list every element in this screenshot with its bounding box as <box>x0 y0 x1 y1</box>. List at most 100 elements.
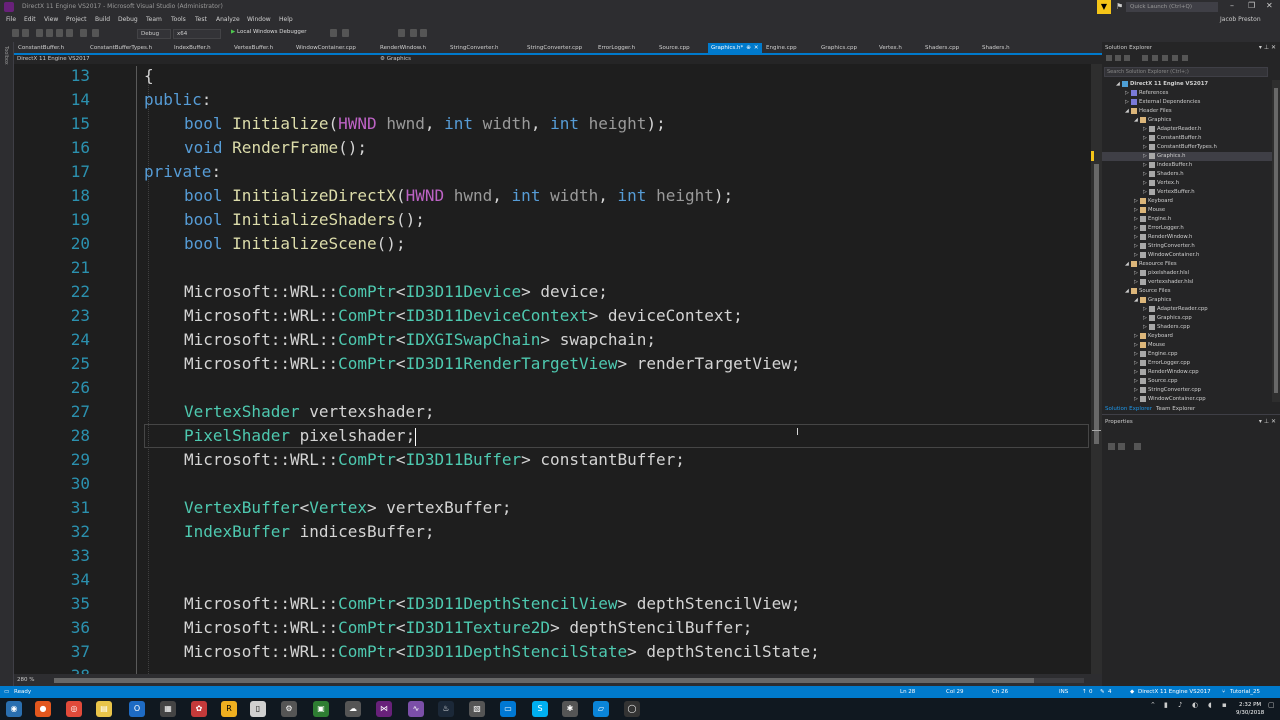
system-clock[interactable]: 2:32 PM 9/30/2018 <box>1236 701 1264 717</box>
tree-item[interactable]: ▷ Source.cpp <box>1102 377 1272 386</box>
app-r-icon[interactable]: R <box>221 701 237 717</box>
tab-stringconverter-cpp[interactable]: StringConverter.cpp <box>524 43 585 53</box>
tree-item[interactable]: ▷ Mouse <box>1102 206 1272 215</box>
save-all-icon[interactable] <box>66 29 73 37</box>
tree-item[interactable]: ▷ IndexBuffer.h <box>1102 161 1272 170</box>
code-line[interactable]: 34 <box>14 568 1091 592</box>
github-icon[interactable]: ◯ <box>624 701 640 717</box>
code-line[interactable]: 29 Microsoft::WRL::ComPtr<ID3D11Buffer> c… <box>14 448 1091 472</box>
minimize-icon[interactable]: – <box>1230 1 1234 10</box>
status-line[interactable]: Ln 28 <box>900 689 915 695</box>
code-line[interactable]: 24 Microsoft::WRL::ComPtr<IDXGISwapChain>… <box>14 328 1091 352</box>
menu-project[interactable]: Project <box>66 16 87 23</box>
tab-indexbuffer-h[interactable]: IndexBuffer.h <box>171 43 214 53</box>
type-scope-dropdown[interactable]: ⚙ Graphics <box>380 56 411 62</box>
app-icon[interactable]: ▱ <box>593 701 609 717</box>
solution-platform-select[interactable]: x64 <box>173 29 221 39</box>
tree-item[interactable]: ▷ Shaders.h <box>1102 170 1272 179</box>
tray-icon[interactable]: ⌃ <box>1150 701 1156 709</box>
solution-explorer-scrollbar[interactable] <box>1272 80 1280 402</box>
code-line[interactable]: 38 <box>14 664 1091 674</box>
pin-icon[interactable]: ⊥ <box>1264 44 1269 51</box>
project-scope-dropdown[interactable]: DirectX 11 Engine VS2017 <box>17 56 90 62</box>
tree-item[interactable]: ▷ ErrorLogger.cpp <box>1102 359 1272 368</box>
tree-item[interactable]: ▷ Shaders.cpp <box>1102 323 1272 332</box>
tab-vertex-h[interactable]: Vertex.h <box>876 43 905 53</box>
home-icon[interactable] <box>1124 55 1130 61</box>
code-line[interactable]: 14 public: <box>14 88 1091 112</box>
tree-item[interactable]: ▷ Keyboard <box>1102 332 1272 341</box>
status-up-icon[interactable]: ↑ <box>1082 689 1087 695</box>
back-icon[interactable] <box>12 29 19 37</box>
dropdown-icon[interactable]: ▾ <box>1259 44 1262 51</box>
tree-item[interactable]: ▷ Keyboard <box>1102 197 1272 206</box>
tab-graphics-h[interactable]: Graphics.h* ⊕ ✕ <box>708 43 762 53</box>
start-debugging-button[interactable]: ▶ Local Windows Debugger <box>231 29 307 35</box>
tree-item[interactable]: ◢ Graphics <box>1102 116 1272 125</box>
status-warnings[interactable]: 4 <box>1108 689 1112 695</box>
settings-icon[interactable]: ⚙ <box>281 701 297 717</box>
redo-icon[interactable] <box>92 29 99 37</box>
code-line[interactable]: 17 private: <box>14 160 1091 184</box>
tab-solution-explorer[interactable]: Solution Explorer <box>1105 406 1152 412</box>
tree-item[interactable]: ▷ Engine.h <box>1102 215 1272 224</box>
status-errors[interactable]: 0 <box>1089 689 1093 695</box>
code-line[interactable]: 15 bool Initialize(HWND hwnd, int width, … <box>14 112 1091 136</box>
open-icon[interactable] <box>46 29 53 37</box>
menu-window[interactable]: Window <box>247 16 271 23</box>
code-line[interactable]: 18 bool InitializeDirectX(HWND hwnd, int … <box>14 184 1091 208</box>
undo-icon[interactable] <box>80 29 87 37</box>
outlook-icon[interactable]: O <box>129 701 145 717</box>
app-icon[interactable]: ✿ <box>191 701 207 717</box>
tab-pin-icon[interactable]: ⊕ <box>746 45 751 51</box>
menu-view[interactable]: View <box>44 16 58 23</box>
tab-stringconverter-h[interactable]: StringConverter.h <box>447 43 502 53</box>
network-icon[interactable]: ▮ <box>1164 701 1168 709</box>
categorized-icon[interactable] <box>1108 443 1115 450</box>
sync-icon[interactable] <box>1142 55 1148 61</box>
tree-item[interactable]: ▷ Graphics.cpp <box>1102 314 1272 323</box>
app-icon[interactable]: ▣ <box>313 701 329 717</box>
code-line[interactable]: 33 <box>14 544 1091 568</box>
tray-icon[interactable]: ◐ <box>1192 701 1198 709</box>
alphabetical-icon[interactable] <box>1118 443 1125 450</box>
status-edit-icon[interactable]: ✎ <box>1100 689 1105 695</box>
menu-team[interactable]: Team <box>146 16 162 23</box>
start-button-icon[interactable]: ◉ <box>6 701 22 717</box>
language-icon[interactable]: ▪ <box>1222 701 1227 709</box>
code-line[interactable]: 20 bool InitializeScene(); <box>14 232 1091 256</box>
bookmark-icon[interactable] <box>398 29 405 37</box>
tab-engine-cpp[interactable]: Engine.cpp <box>763 43 800 53</box>
app-icon[interactable]: ▧ <box>469 701 485 717</box>
chrome-icon[interactable]: ◎ <box>66 701 82 717</box>
toolbar-tool-icon[interactable] <box>342 29 349 37</box>
forward-icon[interactable] <box>1115 55 1121 61</box>
tree-item[interactable]: ▷ Engine.cpp <box>1102 350 1272 359</box>
close-icon[interactable]: ✕ <box>1271 44 1276 51</box>
tab-constantbuffer-h[interactable]: ConstantBuffer.h <box>15 43 67 53</box>
tree-item[interactable]: ▷ RenderWindow.h <box>1102 233 1272 242</box>
tree-item[interactable]: ▷ Graphics.h <box>1102 152 1272 161</box>
tab-close-icon[interactable]: ✕ <box>754 45 759 51</box>
tab-errorlogger-h[interactable]: ErrorLogger.h <box>595 43 638 53</box>
code-line[interactable]: 13 { <box>14 64 1091 88</box>
tab-windowcontainer-cpp[interactable]: WindowContainer.cpp <box>293 43 359 53</box>
code-line[interactable]: 30 <box>14 472 1091 496</box>
code-line[interactable]: 23 Microsoft::WRL::ComPtr<ID3D11DeviceCon… <box>14 304 1091 328</box>
menu-help[interactable]: Help <box>279 16 293 23</box>
panel-controls[interactable]: ▾ ⊥ ✕ <box>1259 418 1276 425</box>
filter-icon[interactable]: ▼ <box>1097 0 1111 14</box>
status-project[interactable]: DirectX 11 Engine VS2017 <box>1138 689 1211 695</box>
notification-flag-icon[interactable]: ⚑ <box>1116 2 1123 11</box>
scrollbar-thumb[interactable] <box>1274 88 1278 393</box>
tree-item[interactable]: ◢ Graphics <box>1102 296 1272 305</box>
tree-item[interactable]: ▷ pixelshader.hlsl <box>1102 269 1272 278</box>
tree-item[interactable]: ▷ Mouse <box>1102 341 1272 350</box>
properties-icon[interactable] <box>1182 55 1188 61</box>
speaker-icon[interactable]: ◖ <box>1208 701 1212 709</box>
collapse-all-icon[interactable] <box>1162 55 1168 61</box>
visual-studio-icon[interactable]: ⋈ <box>376 701 392 717</box>
close-icon[interactable]: ✕ <box>1266 1 1273 10</box>
refresh-icon[interactable] <box>1152 55 1158 61</box>
tree-item[interactable]: ▷ Vertex.h <box>1102 179 1272 188</box>
